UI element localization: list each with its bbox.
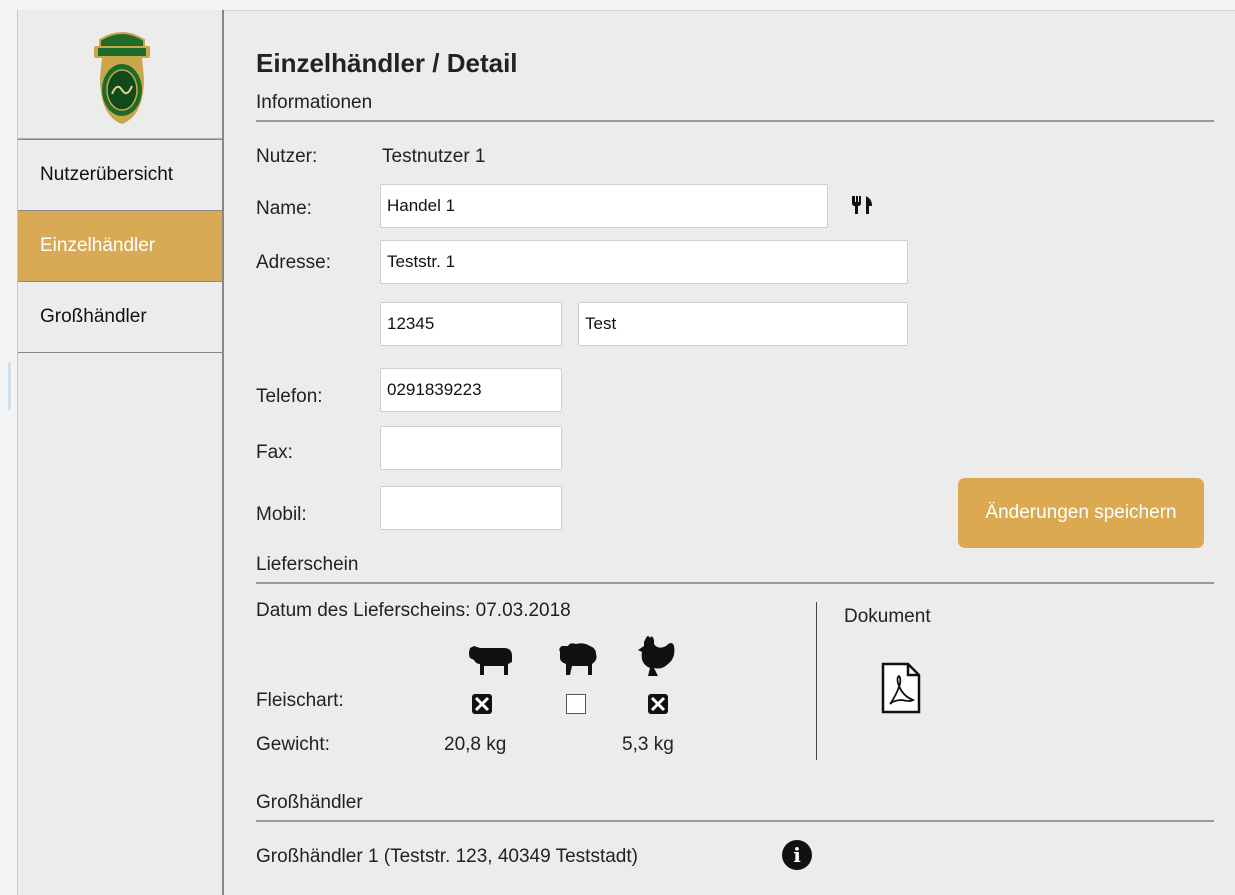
section-heading-grosshaendler: Großhändler: [256, 792, 363, 813]
chicken-icon: [638, 636, 675, 676]
info-icon[interactable]: i: [782, 840, 812, 870]
divider: [256, 820, 1214, 822]
street-input[interactable]: [380, 240, 908, 284]
chicken-checkbox[interactable]: [648, 694, 668, 714]
wholesaler-text: Großhändler 1 (Teststr. 123, 40349 Tests…: [256, 846, 638, 867]
zip-input[interactable]: [380, 302, 562, 346]
main-content: Einzelhändler / Detail Informationen Nut…: [256, 10, 1214, 895]
sidebar: Nutzerübersicht Einzelhändler Großhändle…: [17, 10, 224, 895]
sidebar-item-einzelhaendler[interactable]: Einzelhändler: [18, 211, 222, 282]
sidebar-item-label: Nutzerübersicht: [40, 164, 174, 185]
sidebar-item-grosshaendler[interactable]: Großhändler: [18, 282, 222, 353]
mobile-input[interactable]: [380, 486, 562, 530]
address-label: Adresse:: [256, 252, 331, 273]
meat-type-label: Fleischart:: [256, 690, 344, 711]
delivery-date: Datum des Lieferscheins: 07.03.2018: [256, 600, 571, 621]
check-cross-icon: [650, 696, 666, 712]
sheep-icon: [559, 643, 597, 675]
mobile-label: Mobil:: [256, 504, 307, 525]
window-left-edge: [0, 10, 17, 895]
halal-logo-icon: [94, 32, 150, 124]
divider: [256, 120, 1214, 122]
save-changes-button[interactable]: Änderungen speichern: [958, 478, 1204, 548]
name-label: Name:: [256, 198, 312, 219]
cow-icon: [469, 646, 512, 675]
sheep-checkbox[interactable]: [566, 694, 586, 714]
scroll-marker: [8, 362, 11, 410]
sidebar-item-nutzeruebersicht[interactable]: Nutzerübersicht: [18, 139, 222, 211]
name-input[interactable]: [380, 184, 828, 228]
fax-label: Fax:: [256, 442, 293, 463]
divider-vertical: [816, 602, 817, 760]
cow-weight: 20,8 kg: [444, 734, 507, 755]
check-cross-icon: [474, 696, 490, 712]
phone-label: Telefon:: [256, 386, 323, 407]
page-title: Einzelhändler / Detail: [256, 48, 518, 78]
pdf-icon[interactable]: [880, 662, 922, 714]
chicken-weight: 5,3 kg: [622, 734, 674, 755]
user-label: Nutzer:: [256, 146, 318, 167]
divider: [256, 582, 1214, 584]
fax-input[interactable]: [380, 426, 562, 470]
sidebar-item-label: Einzelhändler: [40, 235, 156, 256]
phone-input[interactable]: [380, 368, 562, 412]
document-label: Dokument: [844, 606, 931, 627]
logo-area: [18, 10, 222, 139]
cow-checkbox[interactable]: [472, 694, 492, 714]
section-heading-lieferschein: Lieferschein: [256, 554, 359, 575]
section-heading-informationen: Informationen: [256, 92, 373, 113]
weight-label: Gewicht:: [256, 734, 330, 755]
cutlery-icon: [852, 196, 872, 214]
sidebar-item-label: Großhändler: [40, 306, 147, 327]
city-input[interactable]: [578, 302, 908, 346]
user-value: Testnutzer 1: [382, 146, 486, 167]
